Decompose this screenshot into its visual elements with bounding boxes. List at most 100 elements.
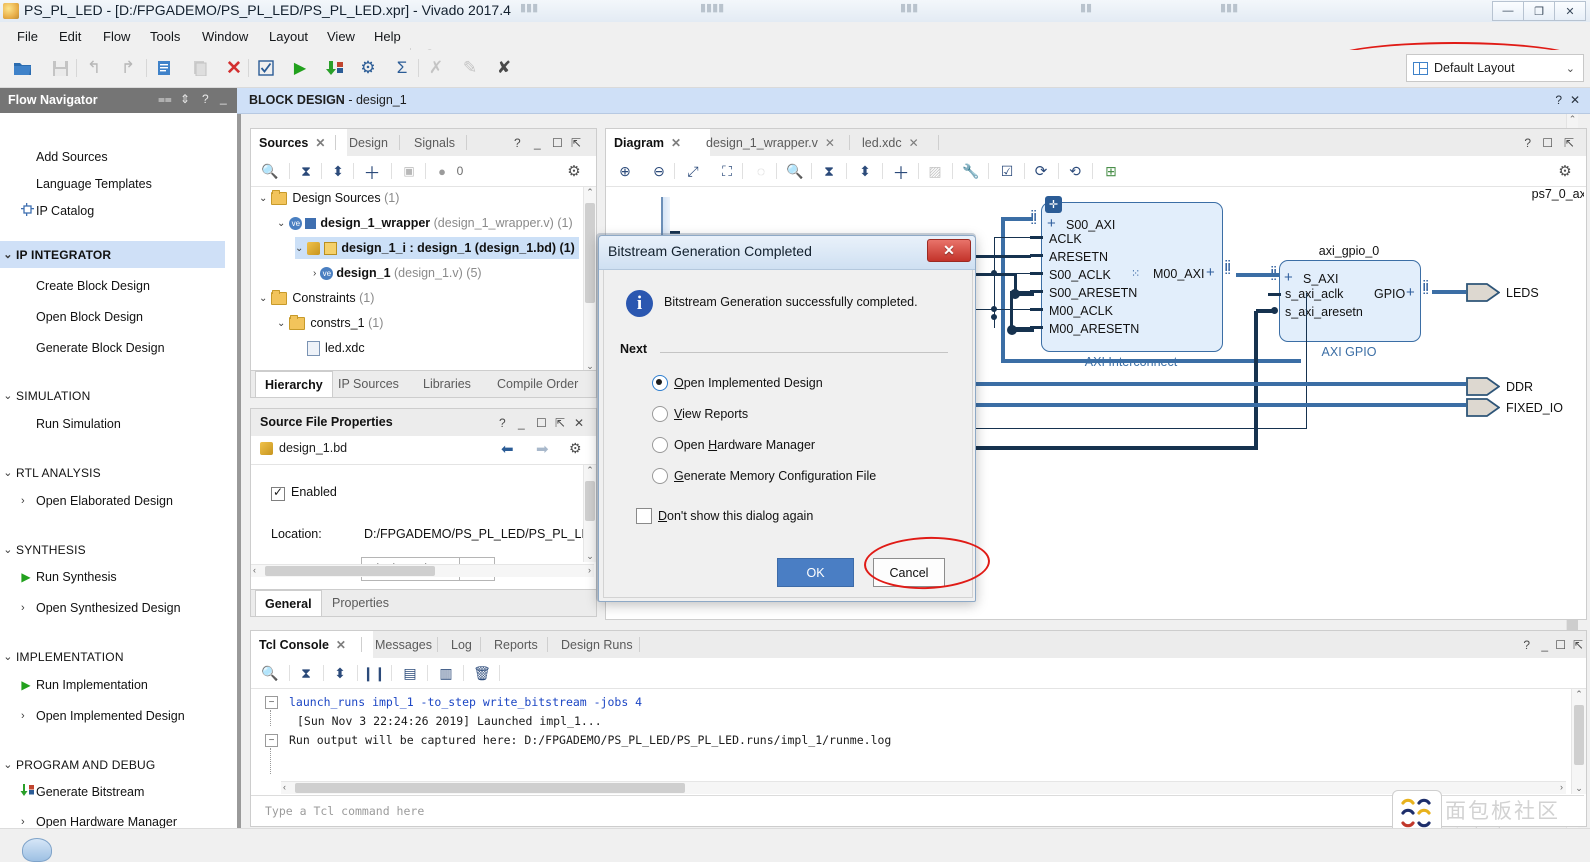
sidebar-item-simulation[interactable]: ⌄ SIMULATION bbox=[0, 382, 225, 409]
tab-signals[interactable]: Signals bbox=[406, 129, 463, 156]
minimize-icon[interactable]: _ bbox=[220, 91, 227, 105]
radio-view-reports[interactable] bbox=[652, 406, 668, 422]
expand-all-icon[interactable]: ⬍ bbox=[854, 161, 876, 181]
close-icon[interactable]: ✕ bbox=[574, 416, 584, 430]
expand-plus-icon-saxi[interactable]: + bbox=[1284, 269, 1293, 286]
twisty-icon[interactable]: › bbox=[313, 268, 316, 279]
tab-led-xdc[interactable]: led.xdc ✕ bbox=[854, 129, 950, 156]
sidebar-item-open-block-design[interactable]: Open Block Design bbox=[0, 303, 225, 330]
sfp-hscroll-thumb[interactable] bbox=[265, 566, 435, 576]
scroll-left-icon[interactable]: ‹ bbox=[253, 565, 256, 575]
gear-icon[interactable]: ⚙ bbox=[569, 440, 582, 457]
tree-row-design-1-wrapper[interactable]: ⌄ ve design_1_wrapper (design_1_wrapper.… bbox=[277, 212, 573, 234]
zoom-area-icon[interactable]: ⛶ bbox=[716, 161, 738, 181]
columns-icon[interactable]: ▥ bbox=[435, 663, 457, 683]
help-icon[interactable]: ? bbox=[499, 416, 506, 430]
menu-help[interactable]: Help bbox=[367, 27, 408, 46]
pause-icon[interactable]: ❙❙ bbox=[362, 663, 385, 683]
tree-row-design-1[interactable]: › ve design_1 (design_1.v) (5) bbox=[313, 262, 482, 284]
scroll-down-icon[interactable]: ⌄ bbox=[585, 551, 595, 562]
generate-bitstream-icon[interactable] bbox=[322, 56, 346, 80]
tab-compile-order[interactable]: Compile Order bbox=[488, 371, 587, 397]
minimize-button[interactable]: — bbox=[1492, 1, 1523, 21]
console-output[interactable]: − launch_runs impl_1 -to_step write_bits… bbox=[251, 689, 1571, 794]
tab-hierarchy[interactable]: Hierarchy bbox=[255, 371, 333, 397]
gear-icon[interactable]: ⚙ bbox=[1554, 161, 1576, 181]
close-icon[interactable]: ✕ bbox=[909, 136, 919, 150]
sidebar-item-open-elaborated-design[interactable]: › Open Elaborated Design bbox=[0, 487, 225, 514]
close-icon[interactable]: ✕ bbox=[315, 136, 325, 150]
sidebar-item-open-implemented-design[interactable]: › Open Implemented Design bbox=[0, 702, 225, 729]
menu-edit[interactable]: Edit bbox=[52, 27, 88, 46]
search-icon[interactable]: 🔍 bbox=[259, 663, 281, 683]
help-icon[interactable]: ? bbox=[1524, 136, 1531, 150]
tab-reports[interactable]: Reports bbox=[486, 631, 546, 658]
float-icon[interactable]: ⇱ bbox=[555, 416, 565, 430]
maximize-icon[interactable]: ☐ bbox=[1555, 638, 1566, 652]
fold-toggle-1[interactable]: − bbox=[265, 696, 278, 709]
sfp-scroll-thumb[interactable] bbox=[585, 481, 595, 521]
sidebar-item-run-implementation[interactable]: ▶ Run Implementation bbox=[0, 671, 225, 698]
tab-sources[interactable]: Sources ✕ bbox=[251, 129, 347, 157]
zoom-in-icon[interactable]: ⊕ bbox=[614, 161, 636, 181]
regenerate-icon[interactable]: ⟳ bbox=[1030, 161, 1052, 181]
expand-all-icon[interactable]: ⬍ bbox=[327, 161, 349, 181]
restore-button[interactable]: ❐ bbox=[1523, 1, 1554, 21]
tab-design-runs[interactable]: Design Runs bbox=[553, 631, 641, 658]
expand-plus-icon-m00[interactable]: + bbox=[1206, 264, 1215, 281]
gear-icon[interactable]: ⚙ bbox=[563, 161, 585, 181]
validate-icon[interactable]: ☑ bbox=[996, 161, 1018, 181]
collapse-all-icon[interactable]: ⧗ bbox=[295, 663, 317, 683]
tab-design[interactable]: Design bbox=[341, 129, 396, 156]
radio-label-open-implemented-design[interactable]: Open Implemented Design bbox=[674, 376, 823, 390]
tab-general[interactable]: General bbox=[255, 590, 322, 616]
minimize-icon[interactable]: _ bbox=[518, 416, 525, 430]
settings-wrench-icon[interactable]: 🔧 bbox=[960, 161, 982, 181]
zoom-out-icon[interactable]: ⊖ bbox=[648, 161, 670, 181]
twisty-icon[interactable]: ⌄ bbox=[259, 193, 267, 204]
menu-window[interactable]: Window bbox=[195, 27, 255, 46]
enabled-checkbox[interactable] bbox=[271, 485, 285, 501]
scroll-down-icon[interactable]: ⌄ bbox=[1574, 783, 1584, 794]
tab-messages[interactable]: Messages bbox=[367, 631, 440, 658]
radio-open-hardware-manager[interactable] bbox=[652, 437, 668, 453]
close-button[interactable]: ✕ bbox=[1554, 1, 1586, 21]
external-port-leds[interactable] bbox=[1466, 283, 1501, 305]
tab-tcl-console[interactable]: Tcl Console ✕ bbox=[251, 631, 373, 659]
search-icon[interactable]: 🔍 bbox=[259, 161, 281, 181]
sfp-hscrollbar[interactable]: ‹ › bbox=[251, 564, 594, 577]
sidebar-item-ip-integrator[interactable]: ⌄ IP INTEGRATOR bbox=[0, 241, 225, 268]
close-icon[interactable]: ✕ bbox=[336, 638, 346, 652]
open-project-icon[interactable] bbox=[10, 56, 34, 80]
search-icon[interactable]: 🔍 bbox=[784, 161, 806, 181]
dont-show-again-label[interactable]: Don't show this dialog again bbox=[658, 509, 813, 523]
sidebar-item-program-and-debug[interactable]: ⌄ PROGRAM AND DEBUG bbox=[0, 751, 225, 778]
settings-icon[interactable]: ⚙ bbox=[356, 56, 380, 80]
expand-plus-icon[interactable]: + bbox=[1047, 215, 1056, 232]
sources-vscrollbar[interactable]: ⌃ ⌄ bbox=[583, 187, 596, 372]
twisty-icon[interactable]: ⌄ bbox=[277, 318, 285, 329]
layout-selector[interactable]: Default Layout ⌄ bbox=[1406, 54, 1584, 82]
block-axi-gpio-0[interactable] bbox=[1279, 260, 1421, 342]
zoom-fit-icon[interactable]: ⤢ bbox=[682, 161, 704, 181]
console-hscrollbar[interactable]: ‹ › bbox=[281, 781, 1566, 794]
sidebar-item-language-templates[interactable]: Language Templates bbox=[0, 170, 225, 197]
tree-row-constraints[interactable]: ⌄ Constraints (1) bbox=[259, 287, 374, 309]
expand-icon[interactable]: ⇕ bbox=[180, 92, 190, 106]
copy-icon[interactable] bbox=[152, 56, 176, 80]
scroll-up-icon[interactable]: ⌃ bbox=[585, 465, 595, 476]
tree-row-design-sources[interactable]: ⌄ Design Sources (1) bbox=[259, 187, 399, 209]
menu-view[interactable]: View bbox=[320, 27, 362, 46]
expand-plus-icon-gpio[interactable]: + bbox=[1406, 284, 1415, 301]
close-icon[interactable]: ✕ bbox=[1570, 93, 1580, 107]
add-sources-icon[interactable]: ＋ bbox=[361, 161, 383, 183]
menu-tools[interactable]: Tools bbox=[143, 27, 187, 46]
sidebar-item-implementation[interactable]: ⌄ IMPLEMENTATION bbox=[0, 643, 225, 670]
tree-row-design-1-i[interactable]: ⌄ design_1_i : design_1 (design_1.bd) (1… bbox=[295, 237, 579, 259]
radio-label-open-hardware-manager[interactable]: Open Hardware Manager bbox=[674, 438, 815, 452]
console-input-row[interactable]: Type a Tcl command here bbox=[251, 795, 1584, 826]
external-port-ddr[interactable] bbox=[1466, 377, 1501, 399]
minimize-icon[interactable]: _ bbox=[534, 136, 541, 150]
dont-show-again-checkbox[interactable] bbox=[636, 508, 652, 524]
radio-open-implemented-design[interactable] bbox=[652, 375, 668, 391]
